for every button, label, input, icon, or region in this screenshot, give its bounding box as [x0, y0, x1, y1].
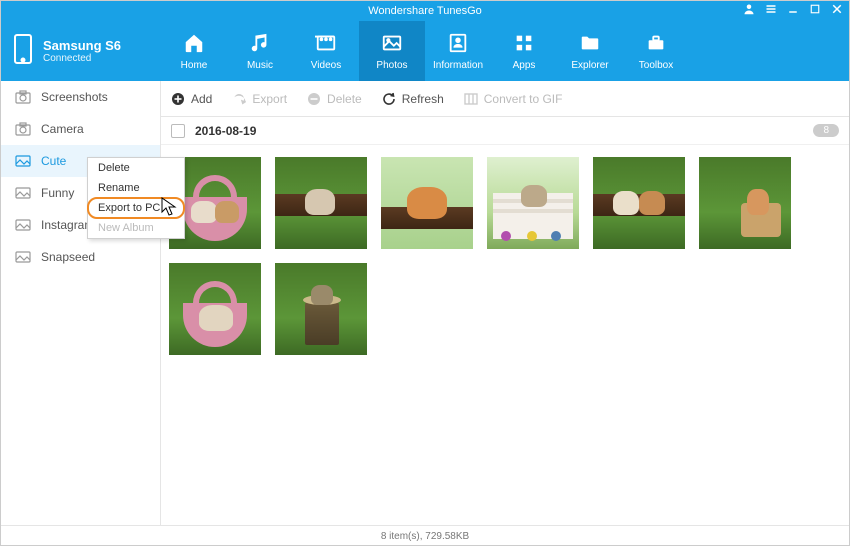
- header: Samsung S6 Connected Home Music Videos P…: [1, 21, 849, 81]
- sidebar-item-label: Snapseed: [41, 250, 95, 264]
- nav-explorer[interactable]: Explorer: [557, 21, 623, 81]
- device-status: Connected: [43, 53, 121, 64]
- sidebar-item-snapseed[interactable]: Snapseed: [1, 241, 160, 273]
- nav-label: Music: [247, 60, 273, 71]
- app-title: Wondershare TunesGo: [368, 5, 482, 17]
- photo-thumbnail[interactable]: [275, 157, 367, 249]
- tool-label: Refresh: [402, 92, 444, 106]
- menu-icon[interactable]: [765, 3, 777, 15]
- main-nav: Home Music Videos Photos Information App…: [161, 21, 689, 81]
- nav-label: Toolbox: [639, 60, 673, 71]
- tool-label: Convert to GIF: [484, 92, 563, 106]
- nav-label: Videos: [311, 60, 341, 71]
- nav-videos[interactable]: Videos: [293, 21, 359, 81]
- nav-label: Photos: [376, 60, 407, 71]
- nav-label: Apps: [513, 60, 536, 71]
- sidebar-item-label: Funny: [41, 186, 74, 200]
- main-pane: Add Export Delete Refresh Convert to GIF…: [161, 81, 849, 525]
- add-button[interactable]: Add: [171, 92, 212, 106]
- photo-thumbnail[interactable]: [699, 157, 791, 249]
- export-button[interactable]: Export: [232, 92, 287, 106]
- close-icon[interactable]: [831, 3, 843, 15]
- tool-label: Export: [252, 92, 287, 106]
- select-all-checkbox[interactable]: [171, 124, 185, 138]
- tool-label: Add: [191, 92, 212, 106]
- tool-label: Delete: [327, 92, 362, 106]
- nav-label: Information: [433, 60, 483, 71]
- window-controls: [743, 3, 843, 15]
- photo-thumbnail[interactable]: [381, 157, 473, 249]
- title-bar: Wondershare TunesGo: [1, 1, 849, 21]
- count-badge: 8: [813, 124, 839, 137]
- nav-toolbox[interactable]: Toolbox: [623, 21, 689, 81]
- date-label: 2016-08-19: [195, 124, 256, 138]
- cursor-icon: [161, 197, 177, 222]
- sidebar-item-screenshots[interactable]: Screenshots: [1, 81, 160, 113]
- nav-home[interactable]: Home: [161, 21, 227, 81]
- context-delete[interactable]: Delete: [88, 158, 184, 178]
- sidebar-item-label: Screenshots: [41, 90, 108, 104]
- sidebar-item-camera[interactable]: Camera: [1, 113, 160, 145]
- maximize-icon[interactable]: [809, 3, 821, 15]
- sidebar-item-label: Cute: [41, 154, 66, 168]
- sidebar-item-label: Camera: [41, 122, 84, 136]
- photo-grid: [161, 145, 849, 525]
- delete-button[interactable]: Delete: [307, 92, 362, 106]
- status-bar: 8 item(s), 729.58KB: [1, 525, 849, 547]
- user-icon[interactable]: [743, 3, 755, 15]
- nav-label: Home: [181, 60, 208, 71]
- device-panel[interactable]: Samsung S6 Connected: [1, 21, 161, 81]
- photo-thumbnail[interactable]: [487, 157, 579, 249]
- refresh-button[interactable]: Refresh: [382, 92, 444, 106]
- phone-icon: [13, 33, 33, 70]
- nav-music[interactable]: Music: [227, 21, 293, 81]
- photo-thumbnail[interactable]: [169, 263, 261, 355]
- nav-information[interactable]: Information: [425, 21, 491, 81]
- nav-apps[interactable]: Apps: [491, 21, 557, 81]
- photo-thumbnail[interactable]: [593, 157, 685, 249]
- status-text: 8 item(s), 729.58KB: [381, 531, 469, 542]
- minimize-icon[interactable]: [787, 3, 799, 15]
- nav-photos[interactable]: Photos: [359, 21, 425, 81]
- device-name: Samsung S6: [43, 38, 121, 53]
- date-group-header: 2016-08-19 8: [161, 117, 849, 145]
- context-rename[interactable]: Rename: [88, 178, 184, 198]
- nav-label: Explorer: [571, 60, 608, 71]
- photo-thumbnail[interactable]: [275, 263, 367, 355]
- convert-gif-button[interactable]: Convert to GIF: [464, 92, 563, 106]
- toolbar: Add Export Delete Refresh Convert to GIF: [161, 81, 849, 117]
- sidebar: Screenshots Camera Cute Funny Instagram …: [1, 81, 161, 525]
